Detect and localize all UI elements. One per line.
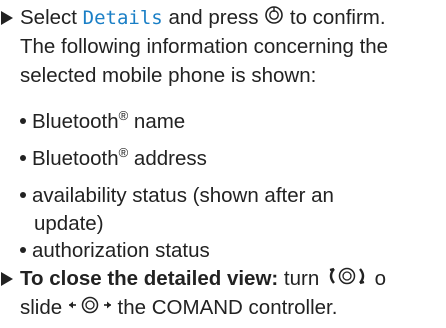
bullet-text: name bbox=[128, 110, 186, 133]
step1-text-confirm: to confirm. bbox=[284, 6, 386, 29]
bullet-text: availability status (shown after an bbox=[32, 184, 334, 207]
bullet-dot bbox=[20, 117, 26, 124]
close-view-label: To close the detailed view: bbox=[20, 267, 279, 290]
step1-line2: The following information concerning the bbox=[20, 35, 389, 58]
registered-mark: ® bbox=[118, 145, 129, 161]
details-menu-item: Details bbox=[82, 7, 163, 29]
turn-controller-icon bbox=[325, 265, 369, 294]
bullet-dot bbox=[20, 154, 26, 161]
step1-text-press: and press bbox=[162, 6, 265, 29]
bullet-availability-status-cont: update) bbox=[34, 212, 104, 235]
bullet-text: address bbox=[128, 147, 207, 170]
bullet-bluetooth-name: Bluetooth® name bbox=[20, 107, 185, 136]
registered-mark: ® bbox=[118, 108, 129, 124]
step-arrow-icon bbox=[0, 264, 16, 293]
step1-text-select: Select bbox=[20, 6, 83, 29]
press-controller-icon bbox=[264, 4, 284, 33]
step2-line2: slide the COMAND controller. bbox=[20, 293, 337, 323]
bullet-dot bbox=[20, 246, 26, 253]
step2-text-or: o bbox=[368, 267, 387, 290]
step-arrow-icon bbox=[0, 3, 16, 32]
step2-line1: To close the detailed view: turn o bbox=[20, 264, 386, 294]
bullet-availability-status: availability status (shown after an bbox=[20, 181, 334, 210]
bullet-text: authorization status bbox=[32, 239, 210, 262]
step1-line1: Select Details and press to confirm. bbox=[20, 3, 386, 33]
bullet-dot bbox=[20, 191, 26, 198]
step1-line3: selected mobile phone is shown: bbox=[20, 64, 317, 87]
step2-text-controller: the COMAND controller. bbox=[111, 296, 338, 319]
step2-text-turn: turn bbox=[278, 267, 325, 290]
step2-text-slide: slide bbox=[20, 296, 68, 319]
bullet-authorization-status: authorization status bbox=[20, 236, 210, 265]
bullet-text: Bluetooth bbox=[32, 147, 119, 170]
manual-page: Select Details and press to confirm. The… bbox=[0, 0, 446, 328]
bullet-text: Bluetooth bbox=[32, 110, 119, 133]
bullet-bluetooth-address: Bluetooth® address bbox=[20, 144, 207, 173]
slide-controller-icon bbox=[68, 294, 112, 323]
